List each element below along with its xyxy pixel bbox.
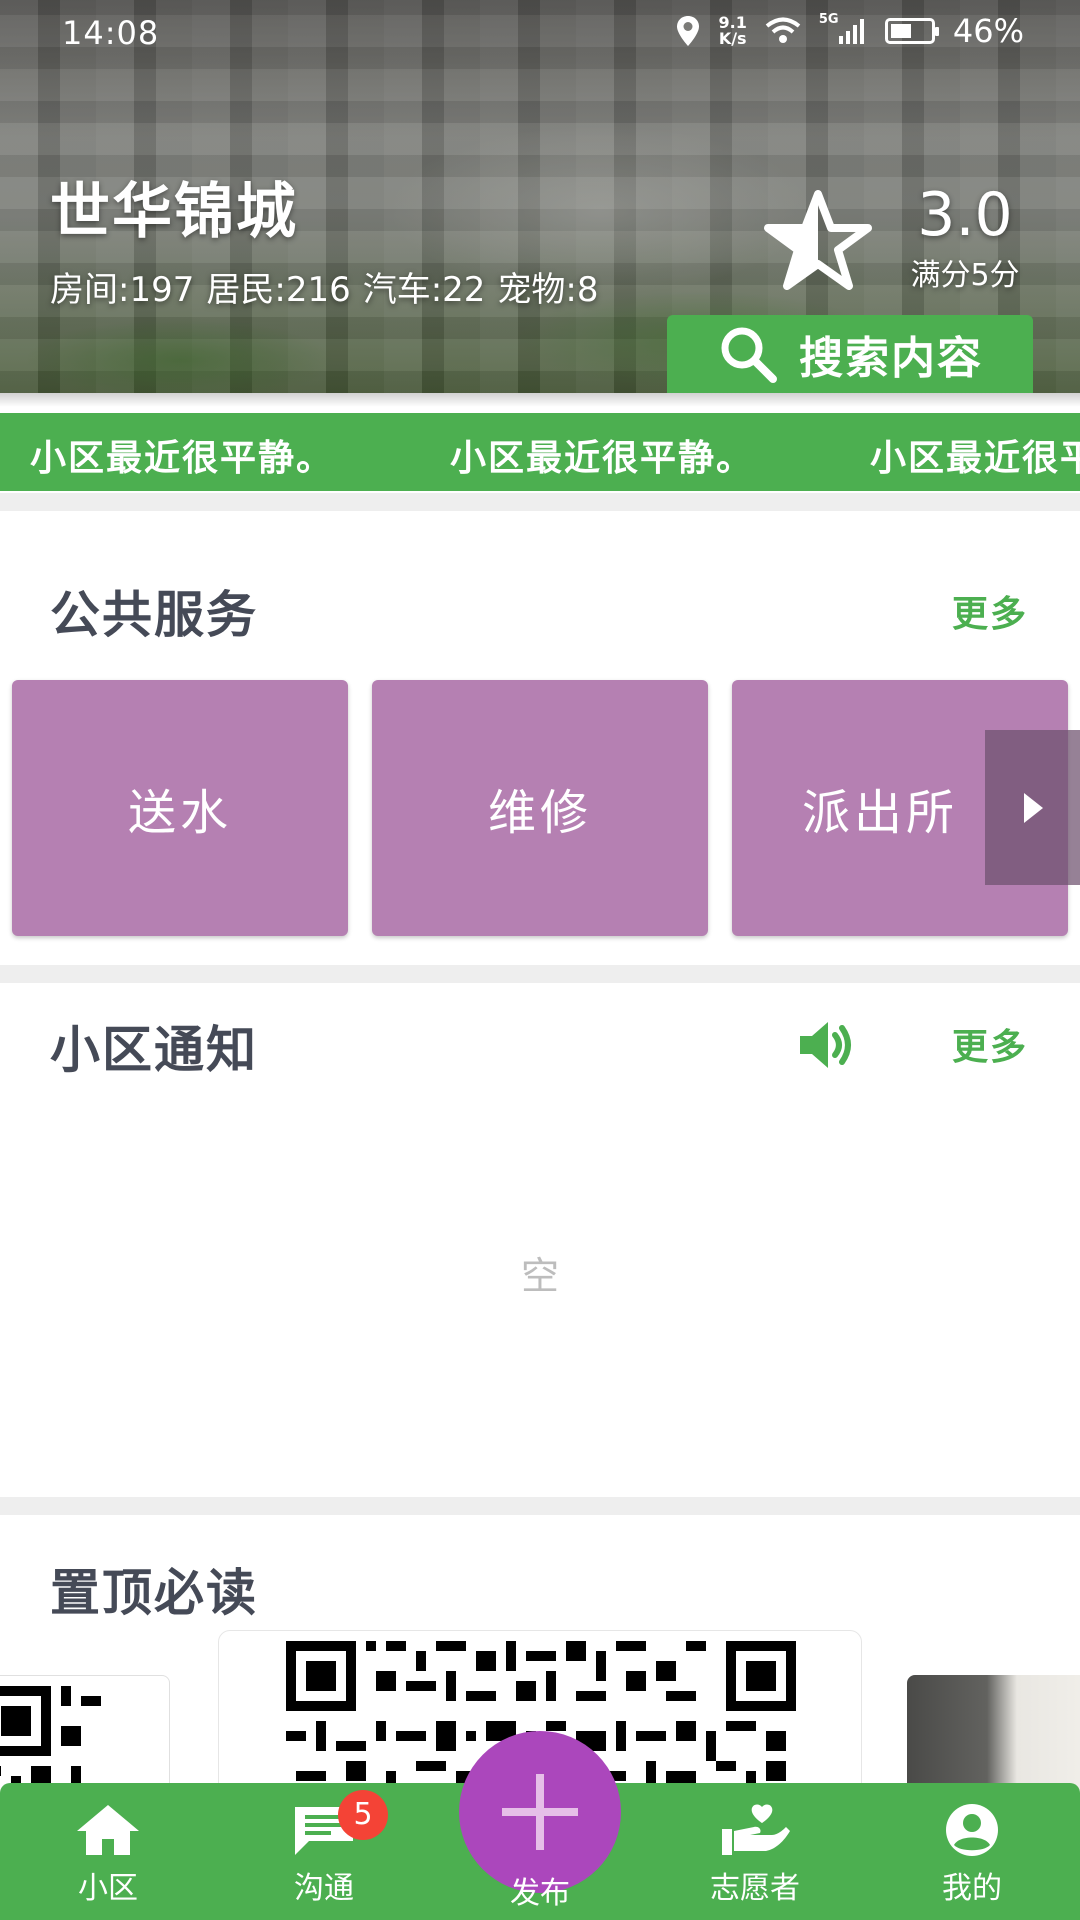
service-card-label: 派出所 xyxy=(801,785,958,841)
stat-cars: 汽车:22 xyxy=(362,270,486,310)
rating-caption: 满分5分 xyxy=(910,258,1020,293)
stat-rooms: 房间:197 xyxy=(50,270,195,310)
search-button[interactable]: 搜索内容 xyxy=(667,315,1033,393)
public-services-more-link[interactable]: 更多 xyxy=(952,585,1028,637)
services-scroll-right-button[interactable] xyxy=(985,730,1080,885)
marquee-text: 小区最近很平静。 xyxy=(30,438,335,479)
notices-title: 小区通知 xyxy=(50,1021,258,1079)
search-label: 搜索内容 xyxy=(799,333,983,384)
chat-unread-badge: 5 xyxy=(338,1790,388,1840)
stat-pets: 宠物:8 xyxy=(497,270,599,310)
plus-icon xyxy=(502,1774,578,1850)
cellular-signal-icon: 5G xyxy=(819,12,867,46)
community-name: 世华锦城 xyxy=(50,177,298,247)
nav-item-volunteer[interactable]: 志愿者 xyxy=(675,1803,835,1907)
chevron-right-icon xyxy=(1023,792,1043,823)
header-shadow xyxy=(0,393,1080,407)
status-bar: 14:08 9.1 K/s 5G 46% xyxy=(0,0,1080,68)
marquee-text: 小区最近很平静。 xyxy=(870,438,1080,479)
status-icons: 9.1 K/s 5G 46% xyxy=(675,12,1024,50)
speaker-icon[interactable] xyxy=(798,1020,856,1070)
stat-residents: 居民:216 xyxy=(206,270,351,310)
search-icon xyxy=(721,327,777,383)
service-card-water[interactable]: 送水 xyxy=(12,680,348,936)
account-circle-icon xyxy=(946,1804,998,1856)
pinned-card-qr-left[interactable] xyxy=(0,1675,170,1790)
notices-empty-text: 空 xyxy=(520,1254,559,1298)
community-stats: 房间:197 居民:216 汽车:22 宠物:8 xyxy=(50,262,599,311)
nav-label: 小区 xyxy=(78,1871,138,1906)
pinned-title: 置顶必读 xyxy=(50,1564,258,1622)
public-services-title: 公共服务 xyxy=(50,586,258,644)
nav-item-community[interactable]: 小区 xyxy=(28,1803,188,1907)
volunteer-heart-hand-icon xyxy=(722,1804,790,1855)
speed-unit: K/s xyxy=(718,29,747,48)
community-header: 14:08 9.1 K/s 5G 46% 世华锦城 房间:197 居民:216 … xyxy=(0,0,1080,393)
marquee-text: 小区最近很平静。 xyxy=(450,438,755,479)
status-time: 14:08 xyxy=(62,14,160,52)
rating-value: 3.0 xyxy=(917,180,1013,250)
notices-more-link[interactable]: 更多 xyxy=(952,1018,1028,1070)
wifi-icon xyxy=(765,17,801,43)
network-speed: 9.1 K/s xyxy=(719,15,747,47)
battery-level: 46% xyxy=(952,12,1024,50)
service-card-repair[interactable]: 维修 xyxy=(372,680,708,936)
nav-label: 志愿者 xyxy=(710,1871,800,1906)
nav-label: 沟通 xyxy=(294,1871,354,1906)
nav-item-profile[interactable]: 我的 xyxy=(892,1803,1052,1907)
section-divider xyxy=(0,965,1080,983)
battery-icon xyxy=(884,18,939,44)
qr-code-image xyxy=(0,1686,101,1790)
publish-label[interactable]: 发布 xyxy=(460,1868,620,1912)
star-icon[interactable] xyxy=(762,190,874,290)
section-divider xyxy=(0,493,1080,511)
nav-label: 我的 xyxy=(942,1871,1002,1906)
location-icon xyxy=(676,16,699,46)
announcement-marquee[interactable]: 小区最近很平静。 小区最近很平静。 小区最近很平静。 xyxy=(0,413,1080,491)
section-divider xyxy=(0,1497,1080,1515)
pinned-card-photo-right[interactable] xyxy=(907,1675,1080,1790)
home-icon xyxy=(77,1805,139,1855)
